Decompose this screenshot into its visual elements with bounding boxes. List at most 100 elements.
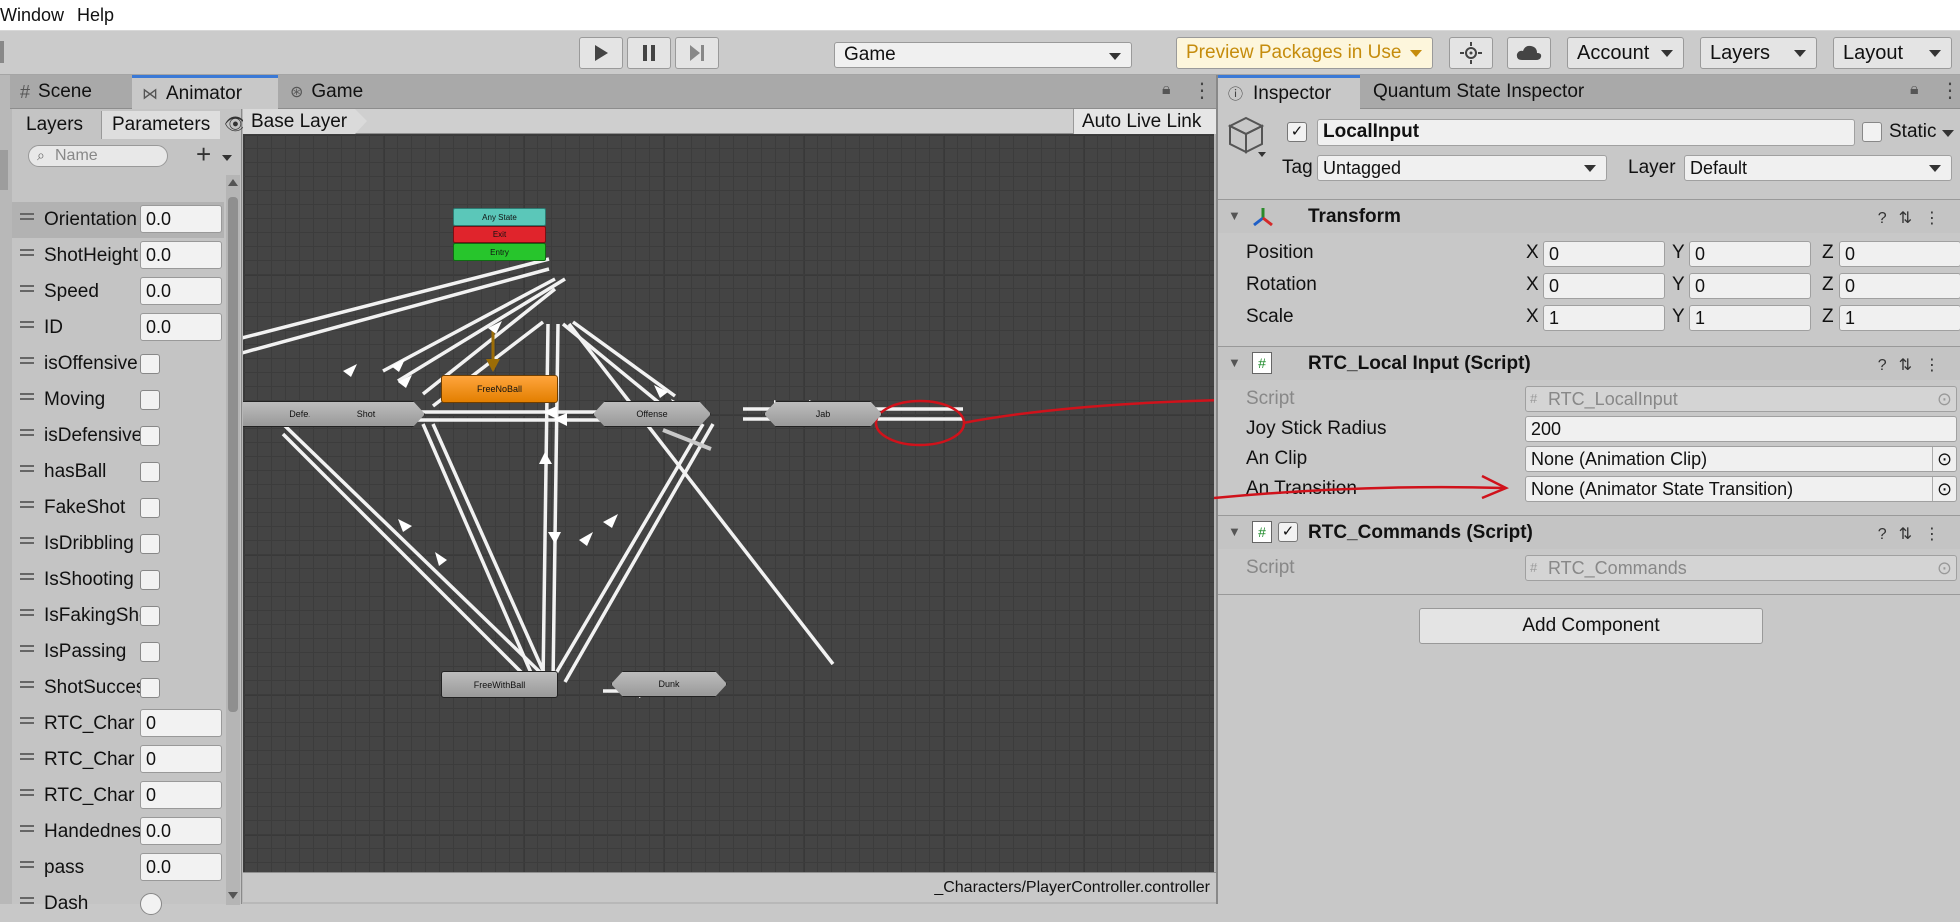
joy-stick-radius-field[interactable]: 200 — [1525, 416, 1957, 442]
an-clip-field[interactable]: None (Animation Clip) ⊙ — [1525, 446, 1957, 472]
drag-handle-icon[interactable] — [20, 789, 34, 791]
transform-y-field[interactable]: 0 — [1689, 273, 1811, 299]
state-shot[interactable]: Shot — [307, 401, 425, 427]
drag-handle-icon[interactable] — [20, 465, 34, 467]
state-offense[interactable]: Offense — [593, 401, 711, 427]
account-dropdown[interactable]: Account — [1567, 37, 1684, 69]
parameter-scrollbar[interactable] — [226, 175, 240, 905]
play-button[interactable] — [579, 37, 623, 69]
layers-subtab[interactable]: Layers — [22, 111, 102, 139]
parameter-value-field[interactable]: 0 — [140, 781, 222, 809]
tab-quantum-state-inspector[interactable]: Quantum State Inspector — [1363, 75, 1603, 109]
drag-handle-icon[interactable] — [20, 609, 34, 611]
chevron-down-icon[interactable] — [1942, 130, 1954, 137]
state-free-no-ball[interactable]: FreeNoBall — [441, 375, 558, 403]
an-transition-field[interactable]: None (Animator State Transition) ⊙ — [1525, 476, 1957, 502]
parameter-checkbox[interactable] — [140, 642, 160, 662]
drag-handle-icon[interactable] — [20, 393, 34, 395]
parameter-row[interactable]: RTC_Char 0 — [12, 706, 224, 742]
state-free-with-ball[interactable]: FreeWithBall — [441, 671, 558, 698]
drag-handle-icon[interactable] — [20, 285, 34, 287]
drag-handle-icon[interactable] — [20, 645, 34, 647]
object-picker-icon[interactable]: ⊙ — [1932, 447, 1956, 471]
parameter-value-field[interactable]: 0 — [140, 745, 222, 773]
parameter-row[interactable]: pass 0.0 — [12, 850, 224, 886]
parameter-value-field[interactable]: 0.0 — [140, 205, 222, 233]
transform-x-field[interactable]: 1 — [1543, 305, 1665, 331]
drag-handle-icon[interactable] — [20, 213, 34, 215]
parameter-checkbox[interactable] — [140, 426, 160, 446]
parameter-value-field[interactable]: 0.0 — [140, 853, 222, 881]
state-entry[interactable]: Entry — [453, 243, 546, 261]
parameter-value-field[interactable]: 0.0 — [140, 313, 222, 341]
drag-handle-icon[interactable] — [20, 501, 34, 503]
parameter-row[interactable]: IsPassing — [12, 634, 224, 670]
services-button[interactable] — [1449, 37, 1493, 69]
foldout-icon[interactable]: ▼ — [1228, 524, 1241, 539]
state-dunk[interactable]: Dunk — [611, 671, 727, 697]
parameter-search-input[interactable]: ⌕ Name — [28, 145, 168, 167]
parameter-checkbox[interactable] — [140, 390, 160, 410]
layer-dropdown[interactable]: Default — [1684, 155, 1952, 181]
drag-handle-icon[interactable] — [20, 357, 34, 359]
tab-scene[interactable]: # Scene — [10, 75, 131, 109]
parameter-row[interactable]: RTC_Char 0 — [12, 778, 224, 814]
parameter-value-field[interactable]: 0 — [140, 709, 222, 737]
parameter-row[interactable]: isDefensive — [12, 418, 224, 454]
tab-animator[interactable]: ⋈ Animator — [132, 75, 278, 109]
drag-handle-icon[interactable] — [20, 861, 34, 863]
add-component-button[interactable]: Add Component — [1419, 608, 1763, 644]
scroll-up-icon[interactable] — [228, 179, 238, 186]
pause-button[interactable] — [627, 37, 671, 69]
drag-handle-icon[interactable] — [20, 825, 34, 827]
parameter-checkbox[interactable] — [140, 534, 160, 554]
foldout-icon[interactable]: ▼ — [1228, 355, 1241, 370]
tag-dropdown[interactable]: Untagged — [1317, 155, 1607, 181]
parameter-row[interactable]: ShotSuccess — [12, 670, 224, 706]
drag-handle-icon[interactable] — [20, 681, 34, 683]
parameter-row[interactable]: IsFakingShot — [12, 598, 224, 634]
parameter-trigger[interactable] — [140, 893, 162, 915]
game-dropdown[interactable]: Game — [834, 42, 1132, 68]
drag-handle-icon[interactable] — [20, 537, 34, 539]
cloud-button[interactable] — [1507, 37, 1551, 69]
parameter-row[interactable]: IsDribbling — [12, 526, 224, 562]
drag-handle-icon[interactable] — [20, 573, 34, 575]
component-header-icons[interactable]: ?⇅⋮ — [1878, 524, 1952, 544]
parameter-checkbox[interactable] — [140, 354, 160, 374]
parameter-value-field[interactable]: 0.0 — [140, 277, 222, 305]
parameter-checkbox[interactable] — [140, 570, 160, 590]
parameter-checkbox[interactable] — [140, 498, 160, 518]
transform-x-field[interactable]: 0 — [1543, 273, 1665, 299]
parameter-row[interactable]: Dash — [12, 886, 224, 922]
state-machine-graph[interactable]: Any State Exit Entry FreeNoBall Defense … — [243, 134, 1214, 872]
parameter-row[interactable]: hasBall — [12, 454, 224, 490]
component-header-icons[interactable]: ?⇅⋮ — [1878, 355, 1952, 375]
layout-dropdown[interactable]: Layout — [1833, 37, 1952, 69]
transform-z-field[interactable]: 0 — [1839, 273, 1960, 299]
drag-handle-icon[interactable] — [20, 429, 34, 431]
object-picker-icon[interactable]: ⊙ — [1932, 477, 1956, 501]
parameter-row[interactable]: Moving — [12, 382, 224, 418]
parameter-value-field[interactable]: 0.0 — [140, 817, 222, 845]
menu-window[interactable]: Window — [0, 5, 64, 26]
parameter-row[interactable]: Speed 0.0 — [12, 274, 224, 310]
tab-game[interactable]: ⊛ Game — [280, 75, 390, 109]
foldout-icon[interactable]: ▼ — [1228, 208, 1241, 223]
drag-handle-icon[interactable] — [20, 753, 34, 755]
parameter-row[interactable]: FakeShot — [12, 490, 224, 526]
add-parameter-icon[interactable]: + — [196, 139, 211, 170]
scroll-down-icon[interactable] — [228, 892, 238, 899]
parameter-checkbox[interactable] — [140, 606, 160, 626]
chevron-down-icon[interactable] — [222, 155, 232, 161]
parameters-subtab[interactable]: Parameters — [102, 111, 220, 139]
active-checkbox[interactable]: ✓ — [1287, 122, 1307, 142]
parameter-row[interactable]: Orientation 0.0 — [12, 202, 224, 238]
scrollbar-thumb[interactable] — [228, 197, 238, 712]
transform-y-field[interactable]: 1 — [1689, 305, 1811, 331]
parameter-row[interactable]: ShotHeight 0.0 — [12, 238, 224, 274]
drag-handle-icon[interactable] — [20, 717, 34, 719]
parameter-row[interactable]: ID 0.0 — [12, 310, 224, 346]
menu-help[interactable]: Help — [77, 5, 114, 26]
transform-z-field[interactable]: 1 — [1839, 305, 1960, 331]
